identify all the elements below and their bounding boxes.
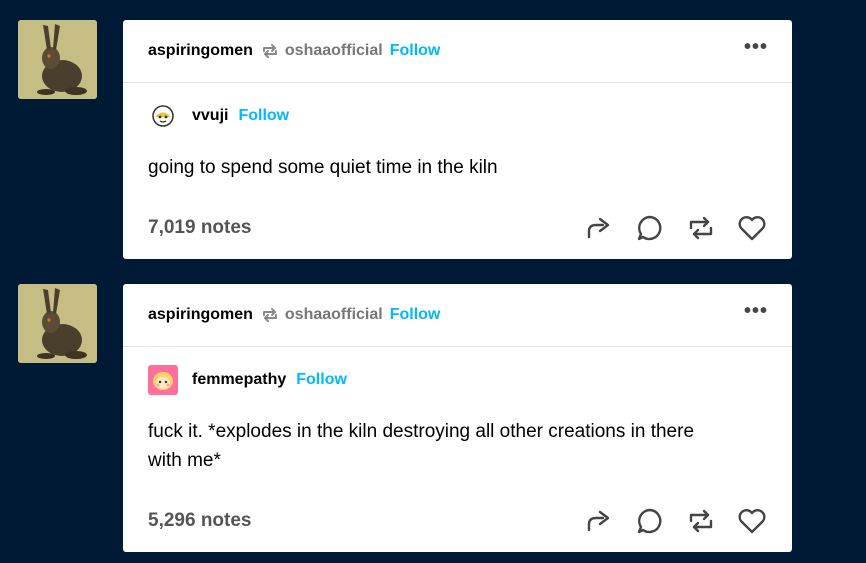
source-follow-button[interactable]: Follow bbox=[238, 107, 289, 125]
rabbit-image-icon bbox=[18, 284, 97, 363]
post-header: aspiringomen oshaaofficial Follow ••• bbox=[123, 20, 792, 83]
reblogged-from-username[interactable]: oshaaofficial bbox=[285, 42, 383, 60]
heart-icon[interactable] bbox=[736, 505, 767, 536]
post-body: fuck it. *explodes in the kiln destroyin… bbox=[123, 413, 792, 475]
avatar-rabbit[interactable] bbox=[18, 20, 97, 99]
reblog-icon[interactable] bbox=[685, 505, 716, 536]
post-body-line: fuck it. *explodes in the kiln destroyin… bbox=[148, 421, 695, 442]
post-body-line: going to spend some quiet time in the ki… bbox=[148, 157, 498, 178]
reblogged-from-username[interactable]: oshaaofficial bbox=[285, 306, 383, 324]
heart-icon[interactable] bbox=[736, 212, 767, 243]
source-row: vvuji Follow bbox=[123, 83, 792, 149]
avatar-rabbit[interactable] bbox=[18, 284, 97, 363]
post-body: going to spend some quiet time in the ki… bbox=[123, 149, 792, 182]
notes-count[interactable]: 5,296 notes bbox=[148, 510, 252, 532]
post-actions bbox=[583, 212, 767, 243]
source-username[interactable]: femmepathy bbox=[192, 371, 286, 389]
more-options-icon[interactable]: ••• bbox=[744, 301, 768, 321]
reblog-small-icon bbox=[261, 306, 279, 324]
post-actions bbox=[583, 505, 767, 536]
notes-count[interactable]: 7,019 notes bbox=[148, 217, 252, 239]
reply-icon[interactable] bbox=[634, 505, 665, 536]
post-card: aspiringomen oshaaofficial Follow ••• vv… bbox=[123, 20, 792, 259]
reply-icon[interactable] bbox=[634, 212, 665, 243]
reblogger-username[interactable]: aspiringomen bbox=[148, 306, 253, 324]
post-card: aspiringomen oshaaofficial Follow ••• fe… bbox=[123, 284, 792, 552]
source-username[interactable]: vvuji bbox=[192, 107, 228, 125]
reblogger-username[interactable]: aspiringomen bbox=[148, 42, 253, 60]
reblog-small-icon bbox=[261, 42, 279, 60]
source-row: femmepathy Follow bbox=[123, 347, 792, 413]
post-footer: 7,019 notes bbox=[123, 196, 792, 259]
post-footer: 5,296 notes bbox=[123, 489, 792, 552]
source-avatar-icon[interactable] bbox=[148, 101, 178, 131]
post-header: aspiringomen oshaaofficial Follow ••• bbox=[123, 284, 792, 347]
follow-button[interactable]: Follow bbox=[390, 42, 441, 60]
share-icon[interactable] bbox=[583, 212, 614, 243]
rabbit-image-icon bbox=[18, 20, 97, 99]
more-options-icon[interactable]: ••• bbox=[744, 37, 768, 57]
source-avatar-icon[interactable] bbox=[148, 365, 178, 395]
share-icon[interactable] bbox=[583, 505, 614, 536]
reblog-icon[interactable] bbox=[685, 212, 716, 243]
follow-button[interactable]: Follow bbox=[390, 306, 441, 324]
source-follow-button[interactable]: Follow bbox=[296, 371, 347, 389]
post-body-line: with me* bbox=[148, 450, 221, 471]
